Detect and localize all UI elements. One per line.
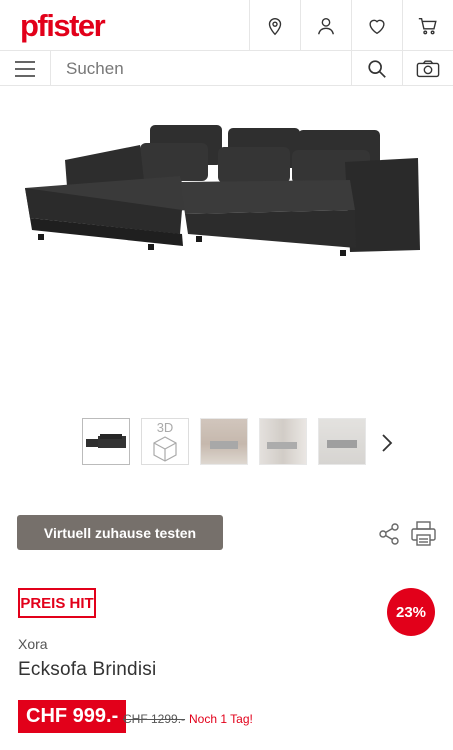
store-locator-button[interactable] xyxy=(249,0,300,51)
header: pfister xyxy=(0,0,453,51)
thumbnail-room-1[interactable] xyxy=(200,418,248,465)
thumbnail-3d-label: 3D xyxy=(156,420,174,435)
image-search-button[interactable] xyxy=(402,51,453,86)
camera-icon xyxy=(416,59,440,77)
account-button[interactable] xyxy=(300,0,351,51)
thumbnail-room-3[interactable] xyxy=(318,418,366,465)
chevron-right-icon[interactable] xyxy=(378,432,396,454)
heart-icon xyxy=(369,19,385,34)
search-icon xyxy=(368,59,386,78)
current-price: CHF 999.- xyxy=(18,700,127,733)
user-icon xyxy=(317,17,335,34)
thumbnail-3d[interactable]: 3D xyxy=(141,418,189,465)
search-input[interactable] xyxy=(66,59,326,79)
share-icon[interactable] xyxy=(378,523,400,545)
search-button[interactable] xyxy=(351,51,402,86)
thumbnail-room-2[interactable] xyxy=(259,418,307,465)
delivery-notice: Noch 1 Tag! xyxy=(189,712,253,726)
virtual-try-button[interactable]: Virtuell zuhause testen xyxy=(17,515,223,550)
preis-hit-badge: PREIS HIT xyxy=(18,588,96,618)
thumbnail-sofa[interactable] xyxy=(82,418,130,465)
search-bar xyxy=(0,51,453,86)
wishlist-button[interactable] xyxy=(351,0,402,51)
menu-button[interactable] xyxy=(0,51,51,86)
thumbnail-strip: 3D xyxy=(82,418,366,465)
print-icon[interactable] xyxy=(410,520,437,547)
menu-icon xyxy=(15,60,35,77)
old-price: CHF 1299.- xyxy=(123,712,186,726)
cart-button[interactable] xyxy=(402,0,453,51)
location-icon xyxy=(268,17,282,35)
cart-icon xyxy=(418,17,437,34)
discount-badge: 23% xyxy=(387,588,435,636)
product-image[interactable] xyxy=(20,110,430,270)
cube-icon xyxy=(153,435,177,462)
product-brand[interactable]: Xora xyxy=(18,636,48,652)
product-title: Ecksofa Brindisi xyxy=(18,659,157,680)
pfister-logo[interactable]: pfister xyxy=(20,8,106,44)
